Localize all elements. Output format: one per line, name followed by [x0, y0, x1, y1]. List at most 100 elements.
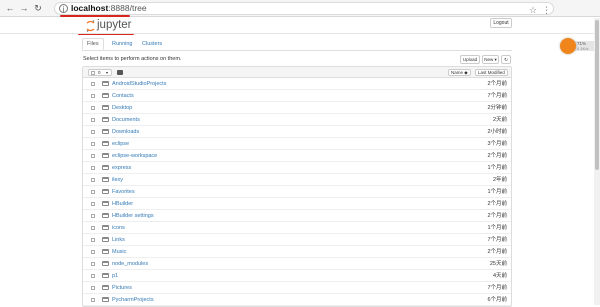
- folder-icon: [102, 141, 109, 146]
- select-all-checkbox[interactable]: [91, 71, 95, 75]
- list-item[interactable]: Favorites 1个月前: [83, 186, 511, 198]
- file-list: 0 ▾ Name ◆ Last Modified AndroidStudioPr…: [82, 66, 512, 307]
- item-checkbox[interactable]: [91, 226, 95, 230]
- item-checkbox[interactable]: [91, 298, 95, 302]
- item-modified: 7个月前: [487, 93, 507, 99]
- sort-modified-button[interactable]: Last Modified: [475, 69, 508, 76]
- list-item[interactable]: PycharmProjects 6个月前: [83, 294, 511, 306]
- item-checkbox[interactable]: [91, 154, 95, 158]
- item-modified: 2个月前: [487, 81, 507, 87]
- item-name-link[interactable]: Links: [112, 234, 125, 246]
- list-item[interactable]: eclipse 3个月前: [83, 138, 511, 150]
- list-item[interactable]: Music 2个月前: [83, 246, 511, 258]
- item-name-link[interactable]: eclipse: [112, 138, 129, 150]
- select-all-dropdown[interactable]: 0 ▾: [88, 69, 112, 76]
- url-underline-annotation: [60, 15, 130, 17]
- folder-icon: [102, 105, 109, 110]
- logout-button[interactable]: Logout: [490, 18, 512, 28]
- upload-button[interactable]: Upload: [460, 55, 480, 64]
- tab-clusters[interactable]: Clusters: [138, 38, 166, 50]
- item-name-link[interactable]: HBuilder: [112, 198, 133, 210]
- address-bar[interactable]: i localhost:8888/tree ☆ ⋮: [54, 2, 554, 15]
- item-checkbox[interactable]: [91, 178, 95, 182]
- menu-dots-icon[interactable]: ⋮: [542, 5, 551, 16]
- jupyter-logo-icon: [86, 20, 95, 32]
- forward-icon[interactable]: →: [18, 2, 30, 14]
- sort-name-button[interactable]: Name ◆: [448, 69, 471, 76]
- item-checkbox[interactable]: [91, 130, 95, 134]
- list-item[interactable]: Contacts 7个月前: [83, 90, 511, 102]
- list-item[interactable]: p1 4天前: [83, 270, 511, 282]
- folder-icon: [102, 201, 109, 206]
- item-modified: 2个月前: [487, 201, 507, 207]
- list-item[interactable]: Downloads 2小时前: [83, 126, 511, 138]
- list-item[interactable]: eclipse-workspace 2个月前: [83, 150, 511, 162]
- new-button[interactable]: New ▾: [482, 55, 499, 64]
- item-name-link[interactable]: Music: [112, 246, 126, 258]
- list-item[interactable]: node_modules 25天前: [83, 258, 511, 270]
- selection-hint: Select items to perform actions on them.: [83, 56, 182, 62]
- item-checkbox[interactable]: [91, 286, 95, 290]
- item-name-link[interactable]: p1: [112, 270, 118, 282]
- item-name-link[interactable]: PycharmProjects: [112, 294, 154, 306]
- item-checkbox[interactable]: [91, 202, 95, 206]
- widget-speed: 0.1K/s: [577, 46, 589, 51]
- item-name-link[interactable]: Contacts: [112, 90, 134, 102]
- item-checkbox[interactable]: [91, 238, 95, 242]
- list-item[interactable]: Links 7个月前: [83, 234, 511, 246]
- list-item[interactable]: HBuilder settings 2个月前: [83, 210, 511, 222]
- list-item[interactable]: Desktop 2分钟前: [83, 102, 511, 114]
- item-modified: 1个月前: [487, 165, 507, 171]
- reload-icon[interactable]: ↻: [32, 2, 44, 14]
- item-checkbox[interactable]: [91, 106, 95, 110]
- item-name-link[interactable]: Pictures: [112, 282, 132, 294]
- item-checkbox[interactable]: [91, 142, 95, 146]
- item-checkbox[interactable]: [91, 190, 95, 194]
- back-icon[interactable]: ←: [4, 2, 16, 14]
- item-checkbox[interactable]: [91, 262, 95, 266]
- folder-icon: [102, 177, 109, 182]
- tab-files[interactable]: Files: [82, 38, 104, 50]
- item-checkbox[interactable]: [91, 82, 95, 86]
- item-modified: 2天前: [492, 117, 507, 123]
- item-modified: 2个月前: [487, 153, 507, 159]
- item-name-link[interactable]: Downloads: [112, 126, 139, 138]
- folder-icon[interactable]: [117, 70, 123, 75]
- list-item[interactable]: Pictures 7个月前: [83, 282, 511, 294]
- item-checkbox[interactable]: [91, 118, 95, 122]
- item-checkbox[interactable]: [91, 214, 95, 218]
- item-name-link[interactable]: AndroidStudioProjects: [112, 78, 166, 90]
- bookmark-star-icon[interactable]: ☆: [529, 5, 537, 16]
- item-checkbox[interactable]: [91, 250, 95, 254]
- item-name-link[interactable]: node_modules: [112, 258, 148, 270]
- folder-icon: [102, 93, 109, 98]
- list-item[interactable]: AndroidStudioProjects 2个月前: [83, 78, 511, 90]
- tab-running[interactable]: Running: [108, 38, 137, 50]
- scrollbar-thumb[interactable]: [595, 20, 599, 170]
- list-item[interactable]: ilexy 2年前: [83, 174, 511, 186]
- folder-icon: [102, 189, 109, 194]
- item-name-link[interactable]: icons: [112, 222, 125, 234]
- item-checkbox[interactable]: [91, 274, 95, 278]
- item-name-link[interactable]: ilexy: [112, 174, 123, 186]
- item-name-link[interactable]: Documents: [112, 114, 140, 126]
- folder-icon: [102, 273, 109, 278]
- item-checkbox[interactable]: [91, 94, 95, 98]
- item-name-link[interactable]: express: [112, 162, 131, 174]
- page-scrollbar[interactable]: [594, 18, 600, 305]
- item-checkbox[interactable]: [91, 166, 95, 170]
- list-item[interactable]: Documents 2天前: [83, 114, 511, 126]
- item-name-link[interactable]: eclipse-workspace: [112, 150, 157, 162]
- list-item[interactable]: express 1个月前: [83, 162, 511, 174]
- item-name-link[interactable]: Favorites: [112, 186, 135, 198]
- list-item[interactable]: icons 1个月前: [83, 222, 511, 234]
- refresh-button[interactable]: ↻: [501, 55, 511, 64]
- item-modified: 7个月前: [487, 237, 507, 243]
- item-name-link[interactable]: Desktop: [112, 102, 132, 114]
- item-name-link[interactable]: HBuilder settings: [112, 210, 154, 222]
- info-icon[interactable]: i: [59, 4, 68, 14]
- folder-icon: [102, 81, 109, 86]
- chevron-down-icon: ▾: [106, 70, 109, 75]
- list-item[interactable]: HBuilder 2个月前: [83, 198, 511, 210]
- item-modified: 3个月前: [487, 141, 507, 147]
